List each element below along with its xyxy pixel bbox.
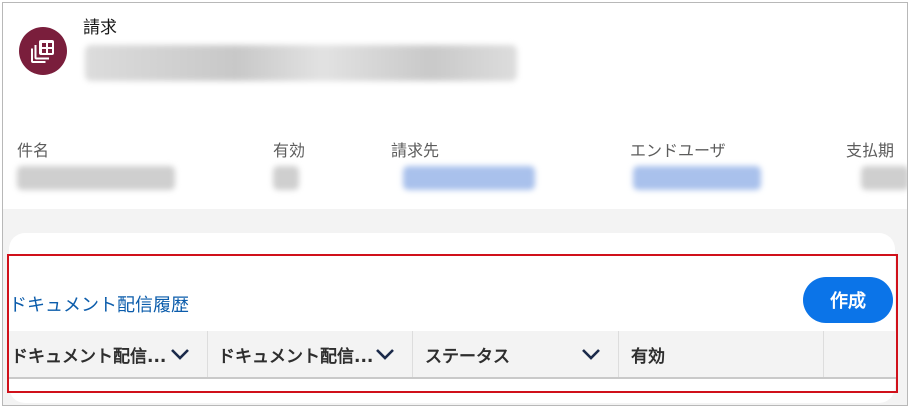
stacked-cards-icon [19, 27, 67, 75]
object-type-label: 請求 [83, 18, 117, 38]
field-value-subject-redacted [17, 166, 175, 190]
column-header-label: ステータス [425, 346, 510, 367]
field-value-payment-redacted [861, 166, 907, 190]
chevron-down-icon[interactable] [169, 345, 191, 363]
column-header-label: 有効 [631, 346, 665, 367]
record-title-redacted [85, 45, 517, 81]
related-list-title-link[interactable]: ドキュメント配信履歴 [9, 291, 189, 317]
field-label-active: 有効 [273, 141, 306, 160]
field-value-bill-to-link[interactable] [403, 166, 535, 190]
field-label-subject: 件名 [17, 141, 50, 160]
column-header-status[interactable]: ステータス [413, 331, 619, 377]
column-header-document-delivery-2[interactable]: ドキュメント配信... [208, 331, 413, 377]
column-header-label: ドキュメント配信... [11, 346, 167, 367]
field-label-end-user: エンドユーザ [630, 141, 726, 160]
field-value-end-user-link[interactable] [633, 166, 761, 190]
column-header-label: ドキュメント配信... [218, 346, 374, 367]
field-value-active-redacted [273, 166, 299, 190]
column-header-document-delivery-1[interactable]: ドキュメント配信... [7, 331, 208, 377]
column-header-active[interactable]: 有効 [619, 331, 824, 377]
record-page: 請求 件名 有効 請求先 エンドユーザ 支払期 ドキュメント配信履歴 作成 ドキ… [2, 2, 908, 406]
related-list-table-header: ドキュメント配信... ドキュメント配信... ステータス 有効 [7, 331, 897, 379]
field-label-bill-to: 請求先 [391, 141, 440, 160]
chevron-down-icon[interactable] [374, 345, 396, 363]
field-label-payment: 支払期 [846, 141, 895, 160]
create-button[interactable]: 作成 [803, 277, 893, 323]
chevron-down-icon[interactable] [580, 345, 602, 363]
